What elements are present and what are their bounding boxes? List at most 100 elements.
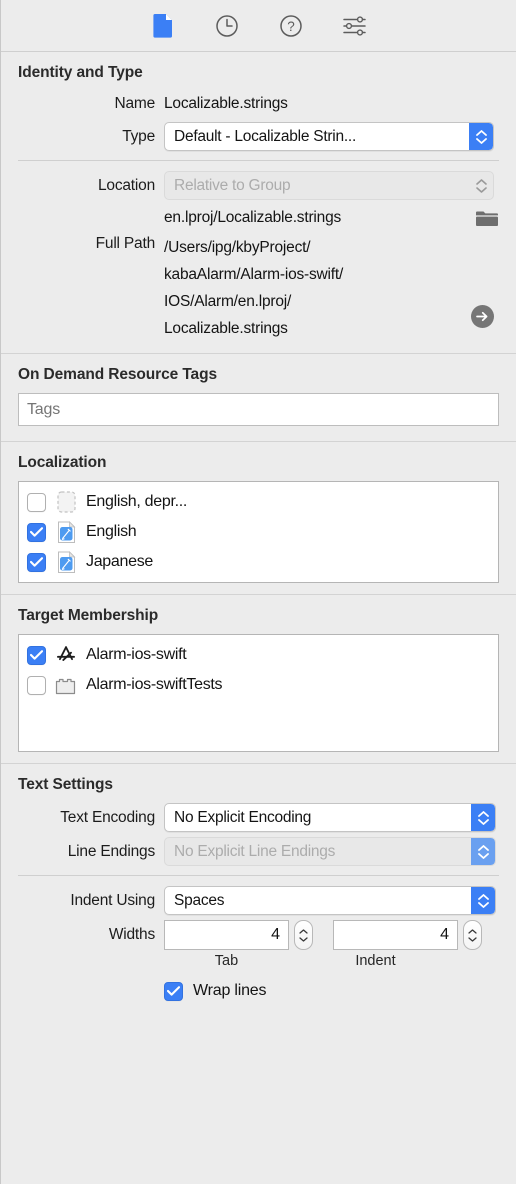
reveal-in-finder-button[interactable] [471, 234, 516, 342]
localization-checkbox[interactable] [27, 522, 46, 542]
text-settings-section: Text Settings Text Encoding No Explicit … [1, 764, 516, 1015]
list-item-label: Japanese [86, 553, 153, 570]
location-row: Location Relative to Group [1, 171, 516, 200]
on-demand-resource-tags-section: On Demand Resource Tags [1, 354, 516, 442]
wrap-lines-row[interactable]: Wrap lines [1, 978, 516, 1004]
tags-input[interactable] [18, 393, 499, 426]
list-item-label: Alarm-ios-swiftTests [86, 676, 223, 693]
indent-using-row: Indent Using Spaces [1, 886, 516, 915]
choose-folder-button[interactable] [476, 210, 516, 227]
line-endings-popup-button[interactable]: No Explicit Line Endings [164, 837, 496, 866]
identity-divider [18, 160, 499, 161]
localization-list: English, depr... English Japanese [18, 481, 499, 583]
strings-file-icon [55, 550, 77, 574]
list-item-label: English, depr... [86, 493, 188, 510]
full-path-value: /Users/ipg/kbyProject/ kabaAlarm/Alarm-i… [164, 234, 471, 342]
list-item-label: English [86, 523, 137, 540]
text-settings-section-title: Text Settings [18, 776, 113, 793]
text-encoding-popup-button[interactable]: No Explicit Encoding [164, 803, 496, 832]
arrow-right-circle-icon [471, 305, 494, 328]
chevron-down-icon [477, 901, 489, 908]
indent-width-stepper[interactable] [463, 920, 482, 950]
full-path-line: Localizable.strings [164, 320, 288, 337]
question-mark-help-icon[interactable]: ? [278, 13, 304, 39]
name-value: Localizable.strings [164, 95, 288, 112]
tab-width-field[interactable]: 4 [164, 920, 289, 950]
line-endings-popup-arrows[interactable] [471, 838, 495, 865]
text-encoding-value: No Explicit Encoding [174, 808, 312, 826]
text-encoding-row: Text Encoding No Explicit Encoding [1, 803, 516, 832]
indent-caption: Indent [355, 953, 396, 969]
inspector-toolbar: ? [1, 0, 516, 52]
location-value: Relative to Group [174, 176, 291, 194]
clock-history-icon[interactable] [214, 13, 240, 39]
widths-row: Widths 4 4 [1, 920, 516, 950]
widths-captions-row: Tab Indent [1, 950, 516, 972]
svg-text:?: ? [287, 19, 295, 34]
location-label: Location [97, 176, 155, 194]
sliders-settings-icon[interactable] [342, 13, 368, 39]
location-popup-button[interactable]: Relative to Group [164, 171, 494, 200]
target-membership-section-title: Target Membership [18, 607, 159, 624]
location-popup-arrows[interactable] [469, 172, 493, 199]
indent-width-field[interactable]: 4 [333, 920, 458, 950]
text-encoding-popup-arrows[interactable] [471, 804, 495, 831]
list-item[interactable]: Alarm-ios-swift [19, 640, 498, 670]
line-endings-row: Line Endings No Explicit Line Endings [1, 837, 516, 866]
type-popup-button[interactable]: Default - Localizable Strin... [164, 122, 494, 151]
chevron-up-icon [468, 928, 477, 934]
chevron-down-icon [477, 852, 489, 859]
wrap-lines-label: Wrap lines [193, 982, 267, 999]
chevron-up-icon [477, 810, 489, 817]
indent-using-label: Indent Using [70, 891, 155, 909]
checkmark-icon [30, 527, 43, 537]
chevron-down-icon [468, 936, 477, 942]
indent-using-popup-arrows[interactable] [471, 887, 495, 914]
chevron-up-icon [477, 893, 489, 900]
wrap-lines-checkbox[interactable] [164, 981, 183, 1001]
indent-using-value: Spaces [174, 891, 225, 909]
localization-checkbox[interactable] [27, 492, 46, 512]
list-item[interactable]: Japanese [19, 547, 498, 577]
chevron-up-icon [475, 129, 487, 136]
full-path-line: /Users/ipg/kbyProject/ [164, 239, 311, 256]
target-checkbox[interactable] [27, 645, 46, 665]
type-popup-arrows[interactable] [469, 123, 493, 150]
name-row: Name Localizable.strings [1, 91, 516, 117]
list-item[interactable]: Alarm-ios-swiftTests [19, 670, 498, 700]
strings-file-icon [55, 520, 77, 544]
target-checkbox[interactable] [27, 675, 46, 695]
tab-width-stepper[interactable] [294, 920, 313, 950]
identity-and-type-section: Identity and Type Name Localizable.strin… [1, 52, 516, 354]
line-endings-label: Line Endings [67, 842, 155, 860]
list-item-label: Alarm-ios-swift [86, 646, 187, 663]
localization-section: Localization English, depr... English Ja… [1, 442, 516, 595]
test-bundle-icon [55, 673, 77, 697]
placeholder-file-icon [55, 490, 77, 514]
chevron-up-icon [477, 844, 489, 851]
chevron-down-icon [477, 818, 489, 825]
type-label: Type [122, 127, 155, 145]
target-membership-section: Target Membership Alarm-ios-swift Alarm-… [1, 595, 516, 764]
checkmark-icon [30, 650, 43, 660]
indent-using-popup-button[interactable]: Spaces [164, 886, 496, 915]
line-endings-value: No Explicit Line Endings [174, 842, 336, 860]
type-row: Type Default - Localizable Strin... [1, 122, 516, 151]
full-path-line: IOS/Alarm/en.lproj/ [164, 293, 292, 310]
widths-label: Widths [108, 926, 155, 943]
on-demand-section-title: On Demand Resource Tags [18, 366, 217, 383]
checkmark-icon [30, 557, 43, 567]
chevron-down-icon [475, 137, 487, 144]
text-settings-divider [18, 875, 499, 876]
text-encoding-label: Text Encoding [60, 808, 155, 826]
full-path-row: Full Path /Users/ipg/kbyProject/ kabaAla… [1, 234, 516, 342]
folder-icon [476, 211, 498, 226]
chevron-down-icon [299, 936, 308, 942]
checkmark-icon [167, 986, 180, 996]
localization-checkbox[interactable] [27, 552, 46, 572]
file-document-icon[interactable] [150, 13, 176, 39]
list-item[interactable]: English, depr... [19, 487, 498, 517]
list-item[interactable]: English [19, 517, 498, 547]
chevron-down-icon [475, 186, 487, 193]
identity-section-title: Identity and Type [18, 64, 143, 81]
